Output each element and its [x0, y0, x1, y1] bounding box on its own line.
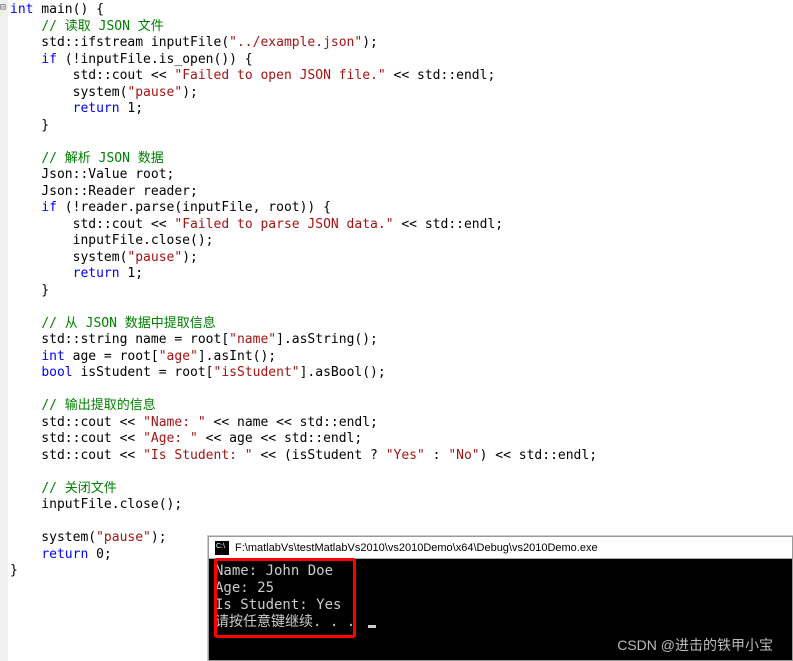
- console-line: Age: 25: [215, 580, 274, 596]
- string: "Name: ": [143, 415, 206, 430]
- string: "No": [448, 448, 479, 463]
- code-text: std::string name = root[: [10, 332, 229, 347]
- code-text: (!inputFile.is_open()) {: [57, 52, 253, 67]
- keyword: return: [41, 547, 88, 562]
- code-text: system(: [10, 85, 127, 100]
- keyword: if: [41, 200, 57, 215]
- console-line: 请按任意键继续. . .: [215, 614, 364, 630]
- console-icon: [215, 541, 229, 555]
- keyword: bool: [41, 365, 72, 380]
- watermark: CSDN @进击的铁甲小宝: [617, 635, 773, 655]
- console-line: Name: John Doe: [215, 563, 333, 579]
- code-text: ].asInt();: [198, 349, 276, 364]
- console-cursor: [368, 625, 376, 628]
- code-text: ].asBool();: [300, 365, 386, 380]
- code-text: std::cout <<: [10, 448, 143, 463]
- string: "pause": [127, 250, 182, 265]
- keyword: int: [10, 2, 33, 17]
- code-text: std::cout <<: [10, 431, 143, 446]
- code-text: << age << std::endl;: [198, 431, 362, 446]
- code-text: << (isStudent ?: [253, 448, 386, 463]
- collapse-icon[interactable]: ⊟: [0, 2, 6, 13]
- code-text: age = root[: [65, 349, 159, 364]
- code-text: system(: [10, 250, 127, 265]
- code-text: [10, 101, 73, 116]
- comment: // 读取 JSON 文件: [41, 19, 163, 34]
- keyword: int: [41, 349, 64, 364]
- console-line: Is Student: Yes: [215, 597, 341, 613]
- code-text: [10, 365, 41, 380]
- code-text: :: [425, 448, 448, 463]
- comment: // 输出提取的信息: [41, 398, 155, 413]
- code-text: std::cout <<: [10, 68, 174, 83]
- string: "age": [159, 349, 198, 364]
- code-text: );: [362, 35, 378, 50]
- code-text: << std::endl;: [386, 68, 496, 83]
- editor-gutter: ⊟: [0, 0, 8, 661]
- code-text: 1;: [120, 101, 143, 116]
- code-text: std::cout <<: [10, 415, 143, 430]
- code-text: }: [10, 118, 49, 133]
- code-text: );: [182, 250, 198, 265]
- code-text: [10, 200, 41, 215]
- code-editor[interactable]: int main() { // 读取 JSON 文件 std::ifstream…: [8, 0, 597, 580]
- code-text: isStudent = root[: [73, 365, 214, 380]
- comment: // 从 JSON 数据中提取信息: [41, 316, 215, 331]
- code-text: << name << std::endl;: [206, 415, 378, 430]
- console-titlebar[interactable]: F:\matlabVs\testMatlabVs2010\vs2010Demo\…: [209, 537, 792, 559]
- code-text: }: [10, 563, 18, 578]
- code-text: [10, 547, 41, 562]
- code-text: << std::endl;: [394, 217, 504, 232]
- code-text: 1;: [120, 266, 143, 281]
- code-text: 0;: [88, 547, 111, 562]
- string: "pause": [127, 85, 182, 100]
- comment: // 解析 JSON 数据: [41, 151, 163, 166]
- code-text: [10, 52, 41, 67]
- string: "../example.json": [229, 35, 362, 50]
- string: "Yes": [386, 448, 425, 463]
- string: "isStudent": [214, 365, 300, 380]
- code-text: ].asString();: [276, 332, 378, 347]
- string: "Failed to parse JSON data.": [174, 217, 393, 232]
- string: "pause": [96, 530, 151, 545]
- code-text: Json::Value root;: [10, 167, 174, 182]
- string: "Failed to open JSON file.": [174, 68, 385, 83]
- code-text: std::cout <<: [10, 217, 174, 232]
- string: "Is Student: ": [143, 448, 253, 463]
- code-text: Json::Reader reader;: [10, 184, 198, 199]
- keyword: return: [73, 266, 120, 281]
- code-text: [10, 349, 41, 364]
- keyword: return: [73, 101, 120, 116]
- code-text: (!reader.parse(inputFile, root)) {: [57, 200, 331, 215]
- string: "name": [229, 332, 276, 347]
- console-output: Name: John Doe Age: 25 Is Student: Yes 请…: [209, 559, 792, 635]
- code-text: );: [182, 85, 198, 100]
- code-text: system(: [10, 530, 96, 545]
- string: "Age: ": [143, 431, 198, 446]
- code-text: );: [151, 530, 167, 545]
- code-text: inputFile.close();: [10, 233, 214, 248]
- console-title-text: F:\matlabVs\testMatlabVs2010\vs2010Demo\…: [235, 542, 598, 554]
- code-text: [10, 266, 73, 281]
- comment: // 关闭文件: [41, 481, 116, 496]
- code-text: }: [10, 283, 49, 298]
- code-text: ) << std::endl;: [480, 448, 597, 463]
- code-text: std::ifstream inputFile(: [10, 35, 229, 50]
- keyword: if: [41, 52, 57, 67]
- code-text: main() {: [33, 2, 103, 17]
- code-text: inputFile.close();: [10, 497, 182, 512]
